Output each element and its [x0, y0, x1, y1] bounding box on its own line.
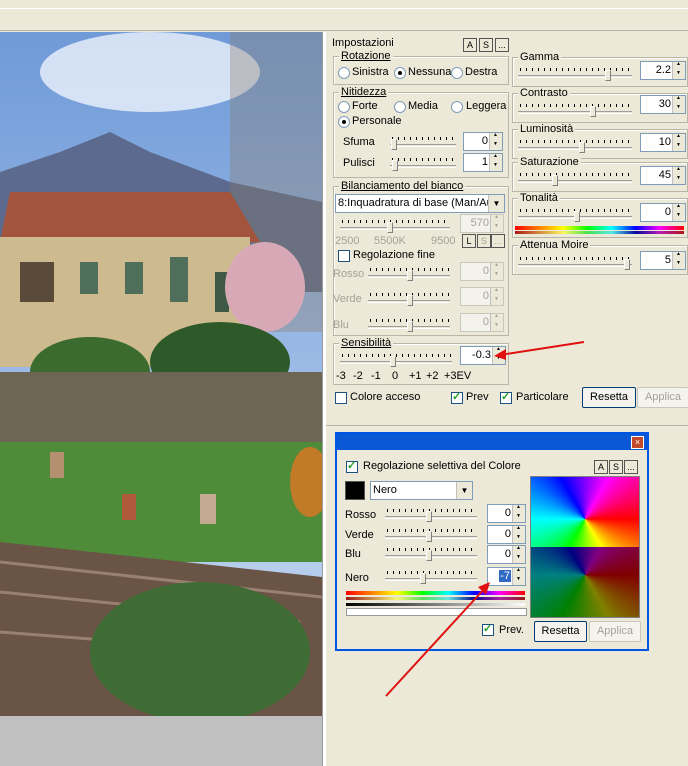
arrow-sensitivity-head	[494, 349, 506, 360]
arrow-nero-line	[385, 586, 487, 697]
arrow-sensitivity-line	[499, 341, 585, 356]
annotation-arrows	[385, 341, 585, 697]
